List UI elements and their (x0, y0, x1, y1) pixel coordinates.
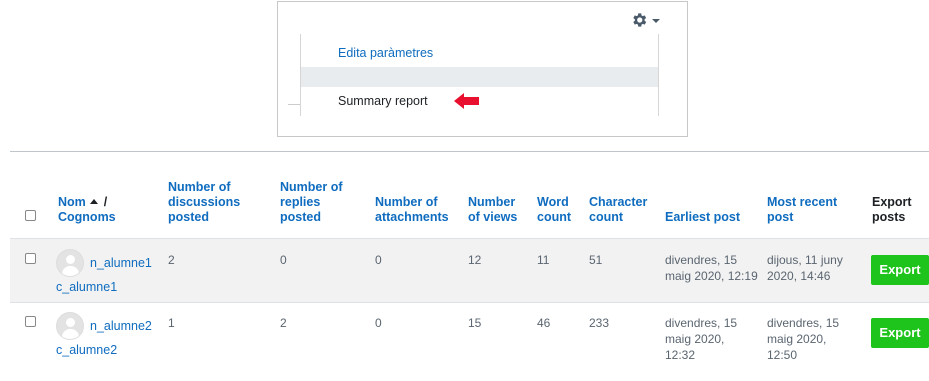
export-button[interactable]: Export (871, 318, 929, 348)
menu-item-label: Summary report (338, 94, 428, 108)
menu-item-edit-settings[interactable]: Edita paràmetres (301, 42, 658, 64)
avatar[interactable] (56, 312, 84, 340)
header-line: Number of (168, 180, 231, 194)
replies-value: 2 (280, 316, 287, 330)
menu-item-highlighted[interactable] (301, 67, 658, 87)
table-row: n_alumne2 c_alumne2 1 2 0 15 46 233 dive… (10, 302, 929, 381)
discussions-value: 1 (168, 316, 175, 330)
settings-menu-toggle[interactable] (630, 10, 660, 30)
export-button[interactable]: Export (871, 255, 929, 285)
views-value: 15 (468, 316, 482, 330)
discussions-value: 2 (168, 253, 175, 267)
views-value: 12 (468, 253, 482, 267)
chevron-down-icon (652, 19, 660, 23)
header-line: discussions (168, 195, 241, 209)
header-line: Number of (375, 195, 438, 209)
header-line: Character (589, 195, 648, 209)
header-line: posts (872, 210, 906, 224)
header-discussions[interactable]: Number of discussions posted (168, 180, 240, 225)
header-line: of views (468, 210, 518, 224)
user-last-name-link[interactable]: c_alumne1 (56, 279, 117, 295)
most-recent-post-value: divendres, 15 maig 2020, 12:50 (767, 315, 839, 363)
header-line: Export (872, 195, 912, 209)
header-line: attachments (375, 210, 449, 224)
table-row: n_alumne1 c_alumne1 2 0 0 12 11 51 diven… (10, 238, 929, 303)
header-surname-label[interactable]: Cognoms (58, 210, 116, 224)
gear-icon (633, 13, 647, 27)
date-line: 12:32 (665, 348, 696, 362)
header-line: posted (168, 210, 209, 224)
character-count-value: 51 (589, 253, 603, 267)
header-attachments[interactable]: Number of attachments (375, 195, 449, 225)
header-line: Number of (280, 180, 343, 194)
header-character-count[interactable]: Character count (589, 195, 647, 225)
header-earliest-post[interactable]: Earliest post (665, 210, 740, 225)
header-export-posts: Export posts (872, 195, 912, 225)
header-line: count (537, 210, 572, 224)
most-recent-post-value: dijous, 11 juny 2020, 14:46 (767, 252, 843, 284)
header-line: posted (280, 210, 321, 224)
date-line: divendres, 15 (767, 316, 840, 330)
avatar[interactable] (56, 249, 84, 277)
header-line: Number (468, 195, 516, 209)
header-line: Word (537, 195, 569, 209)
red-arrow-icon (454, 93, 479, 109)
header-line: count (589, 210, 624, 224)
user-first-name-link[interactable]: n_alumne2 (90, 318, 152, 334)
header-line: replies (280, 195, 321, 209)
attachments-value: 0 (375, 316, 382, 330)
header-separator: / (103, 195, 108, 209)
header-views[interactable]: Number of views (468, 195, 517, 225)
date-line: 2020, 14:46 (767, 269, 831, 283)
date-line: dijous, 11 juny (767, 253, 843, 267)
date-line: 12:50 (767, 348, 798, 362)
date-line: maig 2020, 12:19 (665, 269, 758, 283)
sort-asc-icon (89, 199, 98, 205)
word-count-value: 46 (537, 316, 551, 330)
settings-dropdown: Edita paràmetres Summary report (300, 34, 659, 116)
character-count-value: 233 (589, 316, 610, 330)
header-replies[interactable]: Number of replies posted (280, 180, 343, 225)
date-line: divendres, 15 (665, 316, 738, 330)
header-line: Most recent (767, 195, 838, 209)
settings-menu-panel: Edita paràmetres Summary report (277, 1, 688, 137)
replies-value: 0 (280, 253, 287, 267)
earliest-post-value: divendres, 15 maig 2020, 12:32 (665, 315, 737, 363)
date-line: maig 2020, (665, 332, 725, 346)
date-line: maig 2020, (767, 332, 827, 346)
word-count-value: 11 (537, 253, 550, 267)
date-line: divendres, 15 (665, 253, 738, 267)
user-last-name-link[interactable]: c_alumne2 (56, 342, 117, 358)
user-first-name-link[interactable]: n_alumne1 (90, 255, 152, 271)
select-all-checkbox[interactable] (25, 210, 36, 221)
menu-item-summary-report[interactable]: Summary report (301, 90, 658, 112)
header-line: post (767, 210, 794, 224)
row-checkbox[interactable] (25, 316, 36, 327)
row-checkbox[interactable] (25, 253, 36, 264)
header-name-label: Nom (58, 195, 86, 209)
header-name[interactable]: Nom / Cognoms (58, 195, 116, 225)
divider (10, 151, 929, 152)
header-most-recent-post[interactable]: Most recent post (767, 195, 837, 225)
attachments-value: 0 (375, 253, 382, 267)
earliest-post-value: divendres, 15 maig 2020, 12:19 (665, 252, 758, 284)
header-word-count[interactable]: Word count (537, 195, 571, 225)
